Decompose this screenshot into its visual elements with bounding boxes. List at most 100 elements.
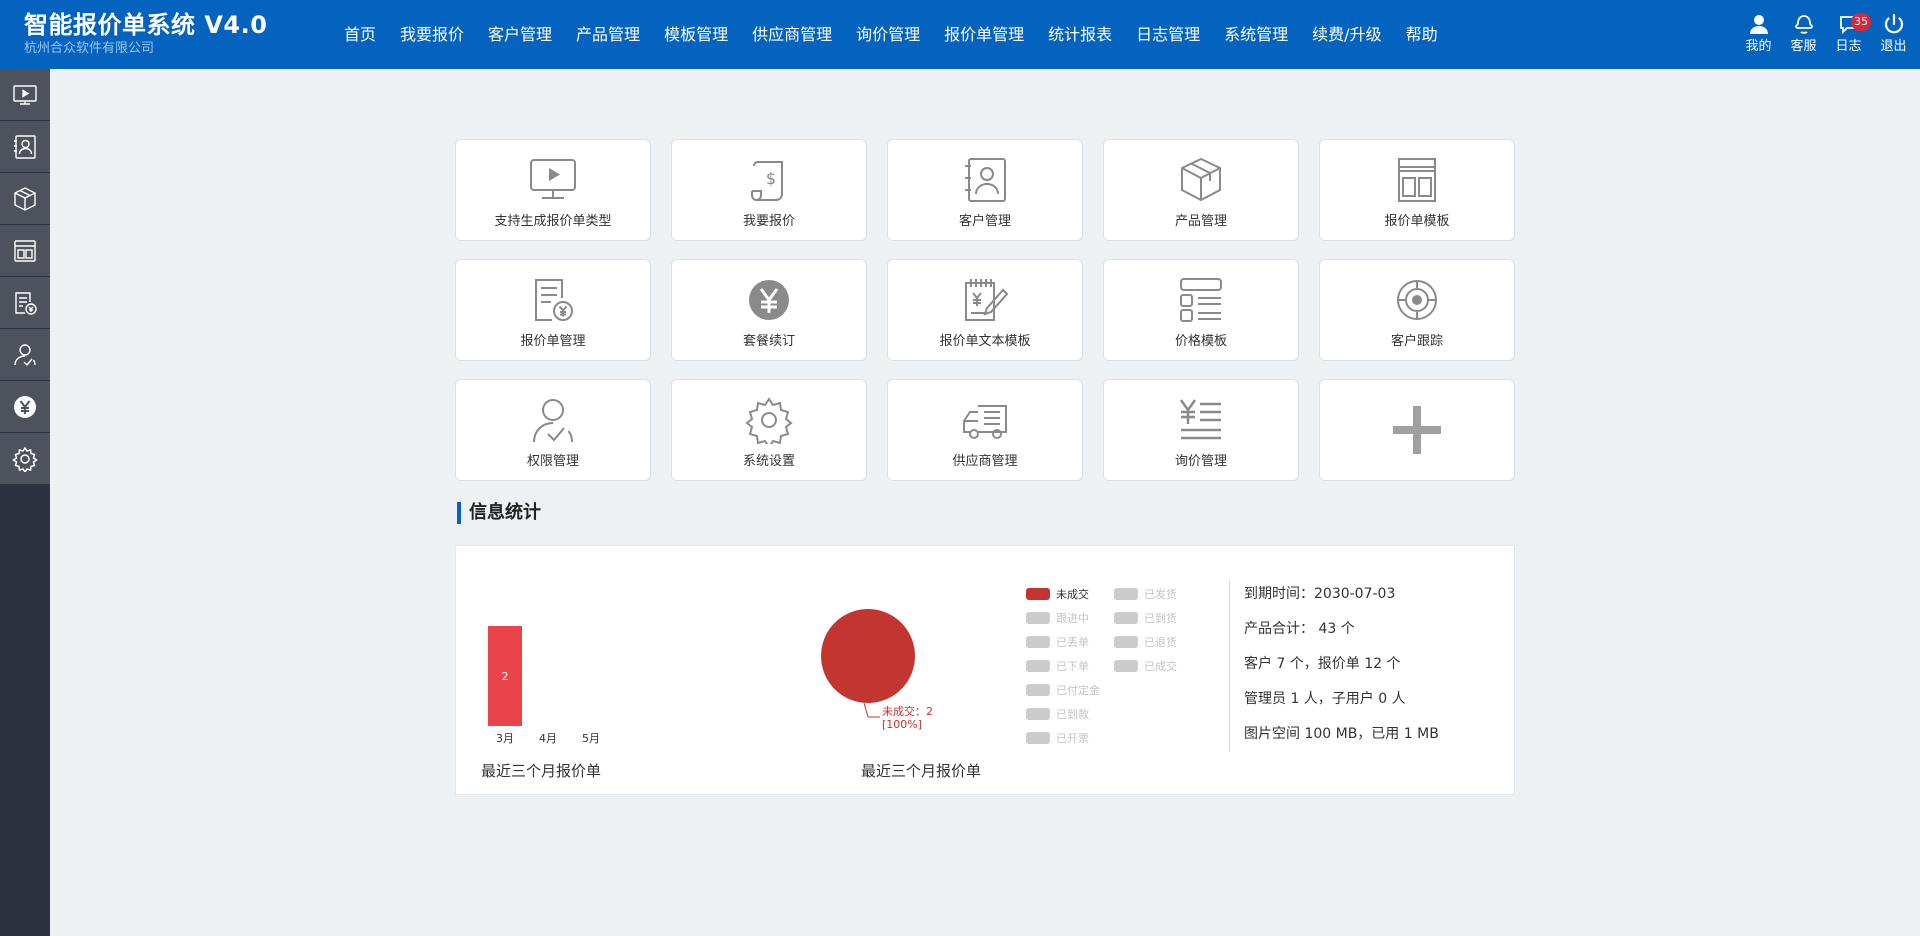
bar-tick-label: 4月 xyxy=(539,732,557,745)
tile-new-quote[interactable]: $ 我要报价 xyxy=(671,139,867,241)
gear-icon xyxy=(12,446,38,472)
legend-label: 跟进中 xyxy=(1056,612,1089,625)
legend-label: 已丢单 xyxy=(1056,636,1089,649)
nav-renew[interactable]: 续费/升级 xyxy=(1300,0,1393,69)
nav-help[interactable]: 帮助 xyxy=(1394,0,1450,69)
bar-tick-label: 3月 xyxy=(496,732,514,745)
tile-suppliers[interactable]: 供应商管理 xyxy=(887,379,1083,481)
tile-customer-tracking[interactable]: 客户跟踪 xyxy=(1319,259,1515,361)
legend-label: 已发货 xyxy=(1144,588,1177,601)
legend-item[interactable]: 已下单 xyxy=(1026,658,1089,674)
legend-item[interactable]: 已退货 xyxy=(1114,634,1177,650)
legend-item[interactable]: 未成交 xyxy=(1026,586,1089,602)
tile-add-shortcut[interactable] xyxy=(1319,379,1515,481)
tile-inquiry[interactable]: 询价管理 xyxy=(1103,379,1299,481)
brand[interactable]: 智能报价单系统 V4.0 杭州合众软件有限公司 xyxy=(24,10,267,57)
customer-service-label: 客服 xyxy=(1790,39,1817,54)
tile-plan-renewal[interactable]: 套餐续订 xyxy=(671,259,867,361)
sidebar-item-products[interactable] xyxy=(0,173,50,225)
my-account-button[interactable]: 我的 xyxy=(1736,0,1781,69)
sidebar-item-renewal[interactable] xyxy=(0,381,50,433)
pie-chart-caption: 最近三个月报价单 xyxy=(861,762,982,780)
legend-swatch xyxy=(1026,588,1050,600)
tile-label: 客户跟踪 xyxy=(1390,334,1443,349)
tile-label: 支持生成报价单类型 xyxy=(494,214,612,229)
legend-swatch xyxy=(1114,588,1138,600)
bar-data-label: 2 xyxy=(502,670,509,683)
legend-item[interactable]: 已成交 xyxy=(1114,658,1177,674)
nav-suppliers[interactable]: 供应商管理 xyxy=(740,0,844,69)
nav-customers[interactable]: 客户管理 xyxy=(476,0,564,69)
tile-permissions[interactable]: 权限管理 xyxy=(455,379,651,481)
layout-template-icon xyxy=(14,239,36,262)
nav-logs[interactable]: 日志管理 xyxy=(1124,0,1212,69)
expiry-date: 到期时间：2030-07-03 xyxy=(1244,586,1396,602)
contact-card-icon xyxy=(965,158,1006,202)
sidebar-item-quote-types[interactable] xyxy=(0,69,50,121)
pie-callout-label: 未成交：2 xyxy=(882,704,933,718)
product-total: 产品合计： 43 个 xyxy=(1244,621,1355,637)
yen-coin-icon xyxy=(14,395,36,418)
bar-chart-caption: 最近三个月报价单 xyxy=(481,762,602,780)
dollar-doc-icon: $ xyxy=(751,161,783,201)
quote-doc-icon xyxy=(15,291,37,315)
sidebar-item-quote-manage[interactable] xyxy=(0,277,50,329)
nav-home[interactable]: 首页 xyxy=(332,0,388,69)
tile-quote-manage[interactable]: 报价单管理 xyxy=(455,259,651,361)
package-box-icon xyxy=(1181,157,1221,202)
legend-swatch xyxy=(1114,636,1138,648)
legend-item[interactable]: 已开票 xyxy=(1026,730,1089,746)
sidebar-item-settings[interactable] xyxy=(0,433,50,485)
legend-swatch xyxy=(1026,732,1050,744)
nav-reports[interactable]: 统计报表 xyxy=(1036,0,1124,69)
tile-system-settings[interactable]: 系统设置 xyxy=(671,379,867,481)
tile-label: 套餐续订 xyxy=(742,334,795,349)
nav-system[interactable]: 系统管理 xyxy=(1212,0,1300,69)
nav-templates[interactable]: 模板管理 xyxy=(652,0,740,69)
user-check-icon xyxy=(533,399,573,443)
legend-label: 已付定金 xyxy=(1056,684,1100,697)
legend-label: 已开票 xyxy=(1056,732,1089,745)
tile-products[interactable]: 产品管理 xyxy=(1103,139,1299,241)
target-icon xyxy=(1397,280,1437,320)
truck-icon xyxy=(963,405,1007,439)
legend-label: 已到货 xyxy=(1144,612,1177,625)
monitor-play-icon xyxy=(13,84,37,105)
nav-inquiry[interactable]: 询价管理 xyxy=(844,0,932,69)
legend-item[interactable]: 已丢单 xyxy=(1026,634,1089,650)
user-check-icon xyxy=(14,343,36,366)
logout-button[interactable]: 退出 xyxy=(1871,0,1916,69)
legend-label: 已成交 xyxy=(1144,660,1177,673)
tile-customers[interactable]: 客户管理 xyxy=(887,139,1083,241)
tile-text-templates[interactable]: 报价单文本模板 xyxy=(887,259,1083,361)
package-box-icon xyxy=(14,186,36,211)
legend-label: 已退货 xyxy=(1144,636,1177,649)
tile-quote-templates[interactable]: 报价单模板 xyxy=(1319,139,1515,241)
nav-products[interactable]: 产品管理 xyxy=(564,0,652,69)
tile-label: 询价管理 xyxy=(1174,454,1227,469)
image-storage: 图片空间 100 MB，已用 1 MB xyxy=(1244,726,1439,742)
tile-label: 价格模板 xyxy=(1174,334,1227,349)
tile-price-templates[interactable]: 价格模板 xyxy=(1103,259,1299,361)
sidebar-item-templates[interactable] xyxy=(0,225,50,277)
legend-item[interactable]: 已到货 xyxy=(1114,610,1177,626)
tile-quote-types[interactable]: 支持生成报价单类型 xyxy=(455,139,651,241)
log-count-badge: 35 xyxy=(1851,13,1871,31)
sidebar-item-permissions[interactable] xyxy=(0,329,50,381)
legend-swatch xyxy=(1114,660,1138,672)
legend-label: 未成交 xyxy=(1056,588,1089,601)
sidebar-item-customers[interactable] xyxy=(0,121,50,173)
tile-label: 报价单文本模板 xyxy=(939,334,1031,349)
customer-service-button[interactable]: 客服 xyxy=(1781,0,1826,69)
legend-item[interactable]: 跟进中 xyxy=(1026,610,1089,626)
stats-divider xyxy=(1229,580,1230,752)
logs-button[interactable]: 35 日志 xyxy=(1826,0,1871,69)
legend-item[interactable]: 已发货 xyxy=(1114,586,1177,602)
nav-quote[interactable]: 我要报价 xyxy=(388,0,476,69)
feature-tiles: 支持生成报价单类型 $ 我要报价 客户管理 产品管理 报价单模板 报价单管理 套… xyxy=(455,139,1515,481)
customer-quote-count: 客户 7 个，报价单 12 个 xyxy=(1244,656,1401,672)
legend-swatch xyxy=(1026,612,1050,624)
legend-item[interactable]: 已付定金 xyxy=(1026,682,1100,698)
legend-item[interactable]: 已到款 xyxy=(1026,706,1089,722)
nav-quote-manage[interactable]: 报价单管理 xyxy=(932,0,1036,69)
